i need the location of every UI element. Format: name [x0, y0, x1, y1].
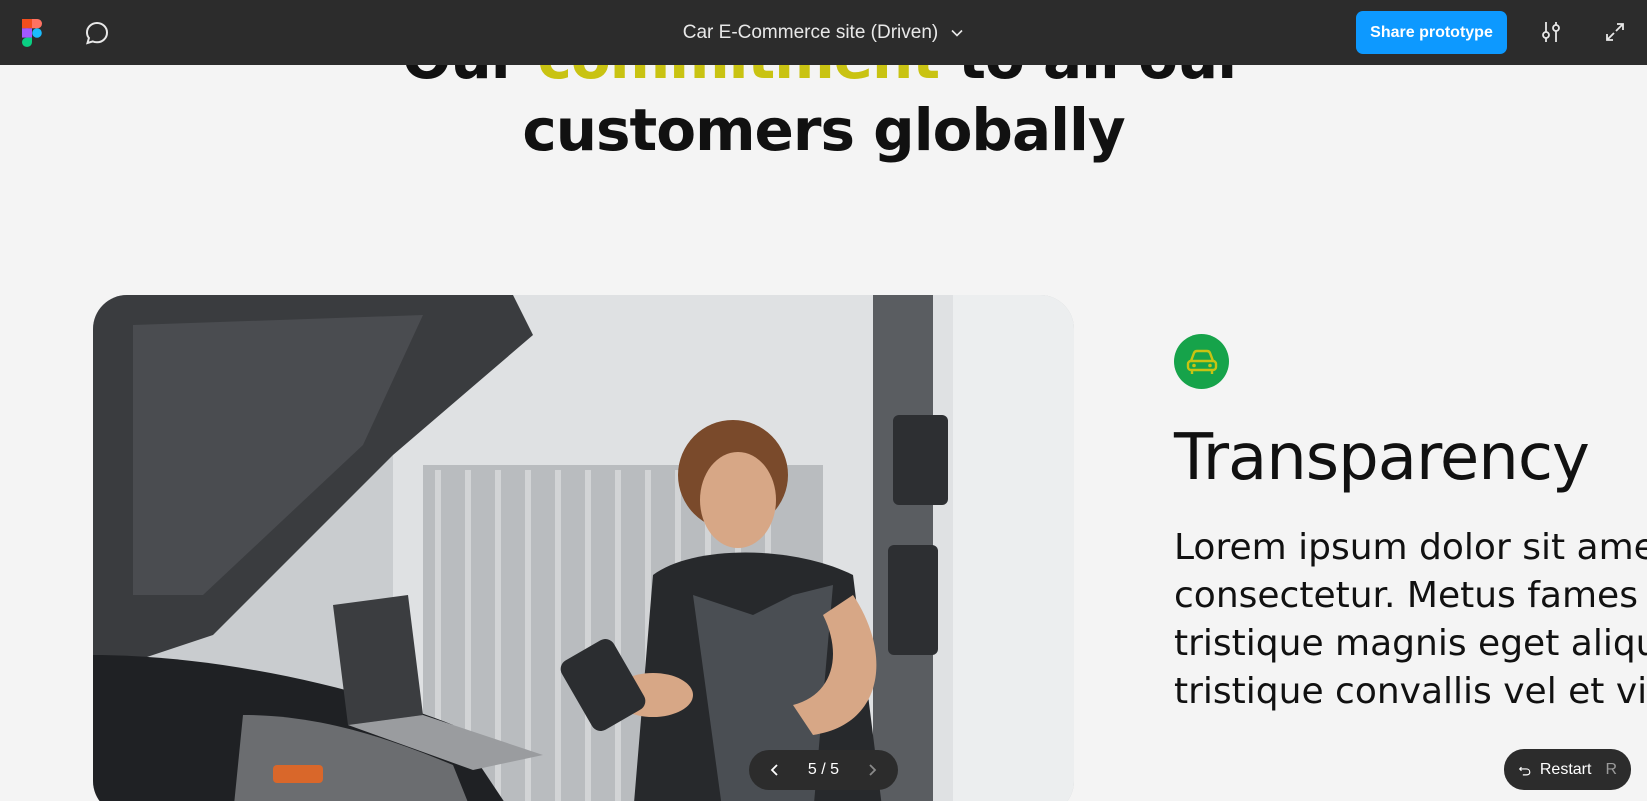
figma-logo-icon[interactable] — [22, 19, 42, 47]
feature-description-line: tristique magnis eget aliqua — [1174, 623, 1647, 664]
mechanic-photo — [93, 295, 1074, 801]
restart-shortcut-key: R — [1605, 760, 1617, 778]
feature-title: Transparency — [1174, 421, 1590, 495]
page-indicator: 5 / 5 — [807, 761, 840, 778]
share-prototype-button[interactable]: Share prototype — [1356, 11, 1507, 54]
comment-icon[interactable] — [84, 20, 110, 46]
restart-button[interactable]: Restart R — [1504, 749, 1631, 790]
feature-description: Lorem ipsum dolor sit amet consectetur. … — [1174, 524, 1647, 716]
prototype-toolbar: Car E-Commerce site (Driven) Share proto… — [0, 0, 1647, 65]
feature-description-line: Lorem ipsum dolor sit amet — [1174, 527, 1647, 568]
feature-description-line: tristique convallis vel et vita — [1174, 671, 1647, 712]
car-icon — [1186, 349, 1217, 374]
file-title: Car E-Commerce site (Driven) — [682, 21, 939, 43]
expand-icon[interactable] — [1603, 20, 1627, 44]
heading-line-2: customers globally — [522, 96, 1125, 164]
chevron-right-icon[interactable] — [864, 762, 880, 778]
chevron-down-icon — [951, 29, 963, 37]
prototype-pager: 5 / 5 — [749, 750, 898, 790]
restart-icon — [1518, 766, 1531, 775]
feature-description-line: consectetur. Metus fames n — [1174, 575, 1647, 616]
settings-sliders-icon[interactable] — [1538, 19, 1564, 45]
feature-icon-badge — [1174, 334, 1229, 389]
file-title-dropdown[interactable]: Car E-Commerce site (Driven) — [683, 22, 964, 44]
restart-label: Restart — [1539, 760, 1592, 778]
chevron-left-icon[interactable] — [767, 762, 783, 778]
